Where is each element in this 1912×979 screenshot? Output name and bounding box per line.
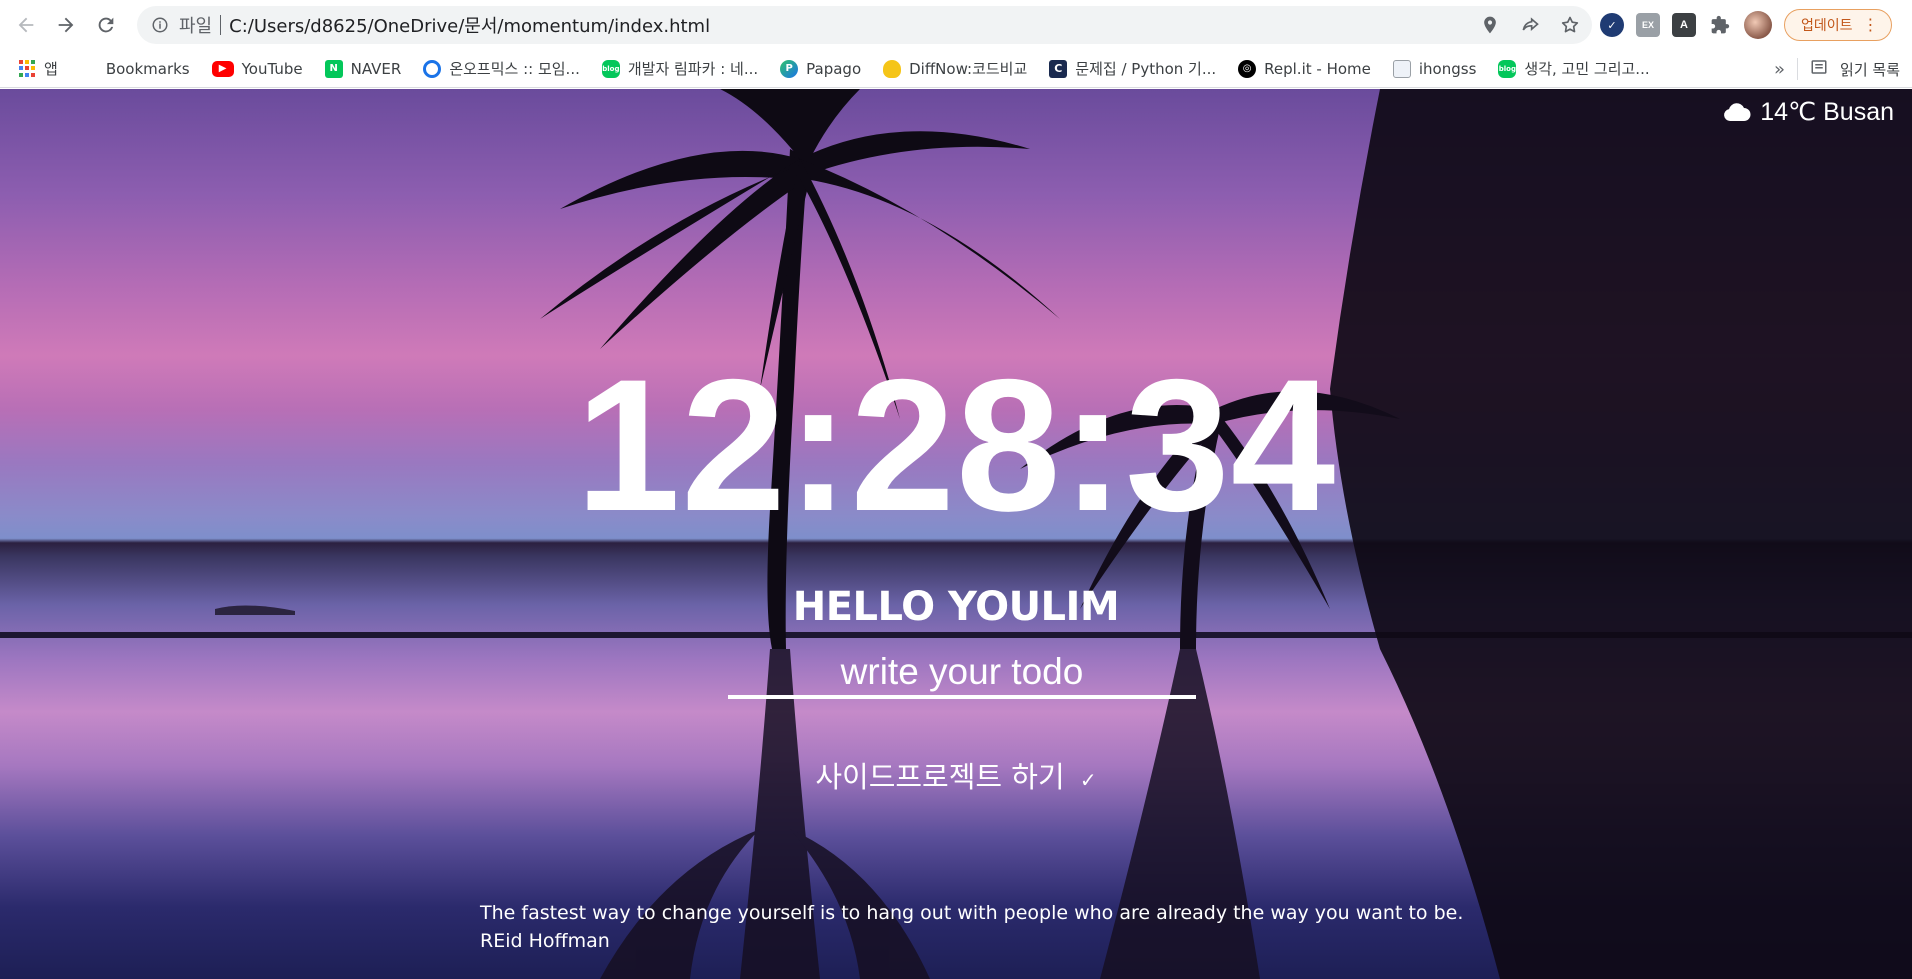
a-extension-icon[interactable]: A — [1672, 13, 1696, 37]
todo-text: 사이드프로젝트 하기 — [815, 760, 1065, 794]
bookmark-youtube[interactable]: ▶ YouTube — [211, 59, 303, 78]
bookmark-dev-blog[interactable]: blog 개발자 림파카 : 네... — [601, 58, 759, 79]
omnibox-actions — [1480, 6, 1580, 44]
papago-icon: P — [780, 59, 799, 78]
reading-list-icon[interactable] — [1810, 58, 1828, 80]
star-icon: ★ — [81, 59, 96, 78]
reload-button[interactable] — [86, 5, 126, 45]
bookmark-bookmarks[interactable]: ★ Bookmarks — [80, 59, 190, 78]
bookmark-label: DiffNow:코드비교 — [909, 60, 1028, 78]
bookmark-label: Bookmarks — [105, 59, 190, 78]
more-bookmarks-button[interactable]: » — [1774, 59, 1785, 80]
cloud-icon — [1724, 103, 1751, 121]
arrow-left-icon — [18, 17, 34, 33]
bookmark-label: 앱 — [44, 60, 58, 78]
bookmark-apps[interactable]: 앱 — [18, 58, 58, 79]
extensions-row: ✓ EX A 업데이트 ⋮ — [1600, 6, 1892, 44]
bookmark-onoffmix[interactable]: 온오프믹스 :: 모임... — [423, 58, 580, 79]
bookmark-papago[interactable]: P Papago — [780, 59, 862, 78]
todo-list: 사이드프로젝트 하기 ✓ — [0, 754, 1912, 796]
clock: 12:28:34 — [575, 340, 1337, 550]
weather-text: 14℃ Busan — [1760, 98, 1894, 126]
bookmarks-right: » 읽기 목록 — [1774, 50, 1900, 88]
browser-toolbar: 파일 C:/Users/d8625/OneDrive/문서/momentum/i… — [0, 0, 1912, 50]
update-button[interactable]: 업데이트 ⋮ — [1784, 9, 1892, 41]
replit-icon: ◎ — [1238, 59, 1257, 78]
update-label: 업데이트 — [1801, 18, 1853, 34]
apps-grid-icon — [18, 59, 36, 78]
todo-done-button[interactable]: ✓ — [1080, 768, 1097, 792]
bookmark-label: Repl.it - Home — [1264, 59, 1371, 78]
blog-icon: blog — [601, 59, 620, 78]
address-bar[interactable]: 파일 C:/Users/d8625/OneDrive/문서/momentum/i… — [137, 6, 1592, 44]
bookmark-label: 생각, 고민 그리고... — [1524, 60, 1650, 78]
arrow-right-icon — [58, 17, 74, 33]
codeup-icon: C — [1049, 59, 1068, 78]
bookmark-label: 개발자 림파카 : 네... — [627, 60, 759, 78]
puzzle-extensions-icon[interactable] — [1708, 13, 1732, 37]
url-text[interactable]: C:/Users/d8625/OneDrive/문서/momentum/inde… — [229, 12, 710, 38]
youtube-icon: ▶ — [211, 60, 234, 77]
naver-icon: N — [324, 59, 343, 78]
page-icon — [1392, 59, 1411, 78]
scheme-label: 파일 — [179, 16, 213, 36]
quote-author: REid Hoffman — [480, 930, 610, 952]
reading-list-button[interactable]: 읽기 목록 — [1840, 59, 1900, 80]
bookmark-label: 온오프믹스 :: 모임... — [449, 60, 580, 78]
bookmark-ihongss[interactable]: ihongss — [1392, 59, 1477, 78]
weather-widget: 14℃ Busan — [1722, 97, 1894, 127]
greeting: HELLO YOULIM — [792, 584, 1120, 630]
todo-input[interactable] — [728, 649, 1196, 699]
divider — [1797, 58, 1799, 80]
blog-icon: blog — [1498, 59, 1517, 78]
bookmark-label: ihongss — [1418, 59, 1477, 78]
checkmark-extension-icon[interactable]: ✓ — [1600, 13, 1624, 37]
kebab-menu-icon: ⋮ — [1862, 15, 1879, 34]
forward-button[interactable] — [46, 5, 86, 45]
back-button[interactable] — [6, 5, 46, 45]
bookmark-diffnow[interactable]: DiffNow:코드비교 — [883, 58, 1027, 79]
bookmark-label: 문제집 / Python 기... — [1075, 60, 1217, 78]
list-item: 사이드프로젝트 하기 ✓ — [0, 754, 1912, 796]
bookmarks-bar: 앱 ★ Bookmarks ▶ YouTube N NAVER 온오프믹스 ::… — [0, 50, 1912, 88]
bookmark-label: NAVER — [350, 59, 402, 78]
pineapple-icon — [883, 59, 902, 78]
bookmark-codeup[interactable]: C 문제집 / Python 기... — [1049, 58, 1216, 79]
bookmark-label: YouTube — [241, 59, 303, 78]
profile-avatar[interactable] — [1744, 11, 1772, 39]
star-outline-icon[interactable] — [1560, 15, 1580, 35]
share-icon[interactable] — [1520, 15, 1540, 35]
reload-icon — [98, 17, 114, 33]
bookmark-replit[interactable]: ◎ Repl.it - Home — [1238, 59, 1371, 78]
info-icon[interactable] — [151, 16, 169, 34]
onoffmix-icon — [423, 59, 442, 78]
quote-text: The fastest way to change yourself is to… — [480, 902, 1464, 924]
bookmark-thought-blog[interactable]: blog 생각, 고민 그리고... — [1498, 58, 1650, 79]
bookmark-naver[interactable]: N NAVER — [324, 59, 402, 78]
bookmark-label: Papago — [806, 59, 862, 78]
scheme-divider — [220, 15, 222, 35]
quote: The fastest way to change yourself is to… — [480, 902, 1463, 952]
ex-extension-icon[interactable]: EX — [1636, 13, 1660, 37]
location-pin-icon[interactable] — [1480, 15, 1500, 35]
momentum-page: 14℃ Busan 12:28:34 HELLO YOULIM 사이드프로젝트 … — [0, 89, 1912, 979]
